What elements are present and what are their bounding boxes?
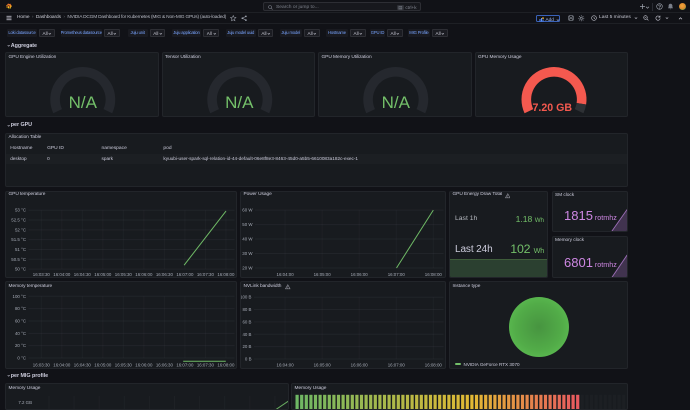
svg-text:16:05:00: 16:05:00 xyxy=(314,363,332,368)
svg-text:16:07:00: 16:07:00 xyxy=(388,363,406,368)
svg-text:51.5 °C: 51.5 °C xyxy=(11,237,26,242)
svg-text:16:06:00: 16:06:00 xyxy=(135,363,153,368)
svg-text:16:04:00: 16:04:00 xyxy=(53,272,71,277)
svg-text:20 B: 20 B xyxy=(242,344,251,349)
svg-text:52.5 °C: 52.5 °C xyxy=(11,217,26,222)
svg-text:16:04:00: 16:04:00 xyxy=(277,363,295,368)
svg-text:53 °C: 53 °C xyxy=(15,207,26,212)
svg-text:16:04:30: 16:04:30 xyxy=(74,363,92,368)
svg-text:16:06:00: 16:06:00 xyxy=(135,272,153,277)
svg-text:16:04:00: 16:04:00 xyxy=(53,363,71,368)
svg-text:16:05:00: 16:05:00 xyxy=(314,272,332,277)
svg-text:16:05:00: 16:05:00 xyxy=(94,272,112,277)
svg-text:16:07:30: 16:07:30 xyxy=(197,363,215,368)
svg-text:16:08:00: 16:08:00 xyxy=(425,363,443,368)
svg-text:16:04:30: 16:04:30 xyxy=(74,272,92,277)
svg-text:30 W: 30 W xyxy=(242,251,253,256)
svg-text:51 °C: 51 °C xyxy=(15,246,26,251)
svg-text:16:06:00: 16:06:00 xyxy=(351,363,369,368)
svg-text:16:03:30: 16:03:30 xyxy=(33,363,51,368)
svg-text:16:05:30: 16:05:30 xyxy=(115,363,133,368)
svg-text:16:05:30: 16:05:30 xyxy=(115,272,133,277)
svg-text:16:04:00: 16:04:00 xyxy=(277,272,295,277)
svg-text:0 B: 0 B xyxy=(245,357,252,362)
svg-text:60 B: 60 B xyxy=(242,319,251,324)
svg-text:40 W: 40 W xyxy=(242,236,253,241)
svg-text:80 °C: 80 °C xyxy=(15,306,26,311)
svg-text:60 °C: 60 °C xyxy=(15,318,26,323)
svg-text:16:05:00: 16:05:00 xyxy=(94,363,112,368)
svg-text:20 °C: 20 °C xyxy=(15,343,26,348)
svg-text:60 W: 60 W xyxy=(242,207,253,212)
svg-text:80 B: 80 B xyxy=(242,307,251,312)
svg-text:7.2 GB: 7.2 GB xyxy=(18,400,32,405)
svg-text:50.5 °C: 50.5 °C xyxy=(11,256,26,261)
svg-text:16:06:30: 16:06:30 xyxy=(156,272,174,277)
svg-text:0 °C: 0 °C xyxy=(17,356,26,361)
svg-text:16:07:00: 16:07:00 xyxy=(176,363,194,368)
svg-text:16:07:00: 16:07:00 xyxy=(388,272,406,277)
svg-text:40 B: 40 B xyxy=(242,332,251,337)
svg-text:52 °C: 52 °C xyxy=(15,227,26,232)
svg-text:100 °C: 100 °C xyxy=(13,294,26,299)
svg-text:20 W: 20 W xyxy=(242,265,253,270)
svg-text:100 B: 100 B xyxy=(241,295,252,300)
svg-text:16:06:00: 16:06:00 xyxy=(351,272,369,277)
svg-text:40 °C: 40 °C xyxy=(15,331,26,336)
svg-text:16:03:30: 16:03:30 xyxy=(33,272,51,277)
svg-text:16:07:00: 16:07:00 xyxy=(176,272,194,277)
svg-text:50 W: 50 W xyxy=(242,222,253,227)
svg-text:16:07:30: 16:07:30 xyxy=(197,272,215,277)
svg-text:50 °C: 50 °C xyxy=(15,266,26,271)
svg-text:16:06:30: 16:06:30 xyxy=(156,363,174,368)
svg-text:16:08:00: 16:08:00 xyxy=(425,272,443,277)
svg-text:16:08:00: 16:08:00 xyxy=(217,363,235,368)
svg-text:16:08:00: 16:08:00 xyxy=(217,272,235,277)
